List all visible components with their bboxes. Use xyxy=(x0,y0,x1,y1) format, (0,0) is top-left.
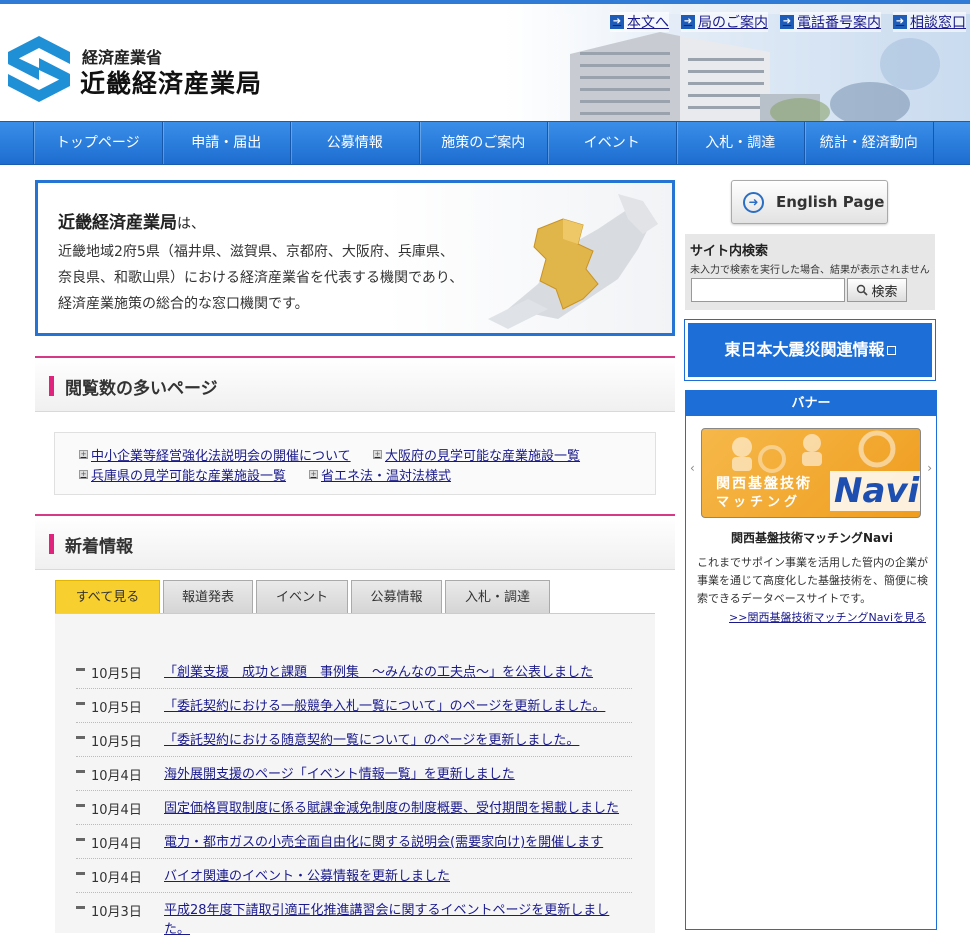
intro-title: 近畿経済産業局は、 xyxy=(58,213,205,233)
util-link-skip-to-content[interactable]: ➜ 本文へ xyxy=(610,12,669,32)
logo-title[interactable]: 近畿経済産業局 xyxy=(80,64,262,100)
news-item: 10月4日 バイオ関連のイベント・公募情報を更新しました xyxy=(76,859,632,893)
news-link[interactable]: 「創業支援 成功と課題 事例集 ～みんなの工夫点～」を公表しました xyxy=(164,655,624,688)
news-list: 10月5日 「創業支援 成功と課題 事例集 ～みんなの工夫点～」を公表しました 1… xyxy=(76,655,632,945)
tab-all[interactable]: すべて見る xyxy=(55,580,160,614)
meti-logo-icon[interactable] xyxy=(6,34,72,104)
nav-item-policies[interactable]: 施策のご案内 xyxy=(420,122,548,164)
news-date: 10月5日 xyxy=(91,735,142,750)
news-section-title: 新着情報 xyxy=(65,537,133,557)
site-search: サイト内検索 未入力で検索を実行した場合、結果が表示されません 検索 xyxy=(685,234,935,310)
bullet-plus-icon: + xyxy=(309,470,318,479)
matching-navi-banner[interactable]: 関西基盤技術 マッチング Navi xyxy=(701,428,921,518)
dash-bullet-icon xyxy=(76,702,85,705)
dash-bullet-icon xyxy=(76,668,85,671)
news-item: 10月4日 海外展開支援のページ「イベント情報一覧」を更新しました xyxy=(76,757,632,791)
popular-link[interactable]: + 大阪府の見学可能な産業施設一覧 xyxy=(373,445,580,464)
dash-bullet-icon xyxy=(76,736,85,739)
news-date: 10月4日 xyxy=(91,769,142,784)
news-date: 10月5日 xyxy=(91,701,142,716)
news-item: 10月5日 「委託契約における随意契約一覧について」のページを更新しました。 xyxy=(76,723,632,757)
bullet-plus-icon: + xyxy=(79,470,88,479)
popular-section-title: 閲覧数の多いページ xyxy=(65,379,218,399)
popular-links-box: + 中小企業等経営強化法説明会の開催について + 大阪府の見学可能な産業施設一覧 +… xyxy=(54,432,656,495)
arrow-right-icon: ➜ xyxy=(780,15,794,29)
arrow-right-icon: ➜ xyxy=(893,15,907,29)
news-item: 10月5日 「委託契約における一般競争入札一覧について」のページを更新しました。 xyxy=(76,689,632,723)
nav-item-events[interactable]: イベント xyxy=(548,122,677,164)
news-link[interactable]: 海外展開支援のページ「イベント情報一覧」を更新しました xyxy=(164,757,624,790)
dash-bullet-icon xyxy=(76,804,85,807)
english-page-label: English Page xyxy=(776,193,885,211)
nav-item-top[interactable]: トップページ xyxy=(34,122,163,164)
tab-bidding[interactable]: 入札・調達 xyxy=(445,580,550,614)
search-button[interactable]: 検索 xyxy=(847,278,907,302)
chevron-left-icon[interactable]: ‹ xyxy=(690,461,695,475)
news-item: 10月4日 電力・都市ガスの小売全面自由化に関する説明会(需要家向け)を開催します xyxy=(76,825,632,859)
nav-item-statistics[interactable]: 統計・経済動向 xyxy=(805,122,934,164)
global-nav: トップページ 申請・届出 公募情報 施策のご案内 イベント 入札・調達 統計・経… xyxy=(0,121,970,165)
news-item: 10月3日 平成28年度下請取引適正化推進講習会に関するイベントページを更新しまし… xyxy=(76,893,632,945)
arrow-right-icon: ➜ xyxy=(681,15,695,29)
util-link-consultation[interactable]: ➜ 相談窓口 xyxy=(893,12,966,32)
search-input[interactable] xyxy=(691,278,845,302)
news-item: 10月4日 固定価格買取制度に係る賦課金減免制度の制度概要、受付期間を掲載しました xyxy=(76,791,632,825)
kinki-map-image xyxy=(488,194,658,329)
intro-text: 近畿地域2府5県（福井県、滋賀県、京都府、大阪府、兵庫県、 奈良県、和歌山県）に… xyxy=(58,244,464,312)
news-section-header: 新着情報 xyxy=(35,514,675,570)
dash-bullet-icon xyxy=(76,838,85,841)
search-icon xyxy=(857,284,869,296)
tab-press-releases[interactable]: 報道発表 xyxy=(163,580,253,614)
tab-public-offers[interactable]: 公募情報 xyxy=(351,580,442,614)
arrow-right-icon: ➜ xyxy=(610,15,624,29)
bullet-plus-icon: + xyxy=(79,450,88,459)
util-link-about[interactable]: ➜ 局のご案内 xyxy=(681,12,768,32)
dash-bullet-icon xyxy=(76,872,85,875)
earthquake-info-banner[interactable]: 東日本大震災関連情報 xyxy=(684,319,936,381)
section-marker xyxy=(49,534,54,554)
news-link[interactable]: 「委託契約における随意契約一覧について」のページを更新しました。 xyxy=(164,723,624,756)
banner-box: バナー ‹ › 関西基盤技術 マッチング Navi 関西基盤技術マッチングNav… xyxy=(685,390,937,930)
news-tabs: すべて見る 報道発表 イベント 公募情報 入札・調達 xyxy=(55,580,550,614)
section-marker xyxy=(49,376,54,396)
banner-description: これまでサポイン事業を活用した管内の企業が事業を通じて高度化した基盤技術を、簡便… xyxy=(697,556,928,605)
news-link[interactable]: バイオ関連のイベント・公募情報を更新しました xyxy=(164,859,624,892)
news-date: 10月4日 xyxy=(91,803,142,818)
external-link-icon xyxy=(886,346,896,355)
popular-link[interactable]: + 兵庫県の見学可能な産業施設一覧 xyxy=(79,465,286,484)
news-link[interactable]: 平成28年度下請取引適正化推進講習会に関するイベントページを更新しました。 xyxy=(164,893,624,945)
news-link[interactable]: 「委託契約における一般競争入札一覧について」のページを更新しました。 xyxy=(164,689,624,722)
banner-caption: 関西基盤技術マッチングNavi xyxy=(730,531,894,545)
site-header: 経済産業省 近畿経済産業局 ➜ 本文へ ➜ 局のご案内 ➜ 電話番号案内 ➜ 相… xyxy=(0,4,970,122)
news-link[interactable]: 固定価格買取制度に係る賦課金減免制度の制度概要、受付期間を掲載しました xyxy=(164,791,624,824)
arrow-circle-icon: ➜ xyxy=(743,192,764,213)
nav-item-bidding[interactable]: 入札・調達 xyxy=(677,122,805,164)
news-item: 10月5日 「創業支援 成功と課題 事例集 ～みんなの工夫点～」を公表しました xyxy=(76,655,632,689)
util-link-phone-directory[interactable]: ➜ 電話番号案内 xyxy=(780,12,881,32)
popular-link[interactable]: + 省エネ法・温対法様式 xyxy=(309,465,451,484)
news-link[interactable]: 電力・都市ガスの小売全面自由化に関する説明会(需要家向け)を開催します xyxy=(164,825,624,858)
popular-section-header: 閲覧数の多いページ xyxy=(35,356,675,412)
news-date: 10月4日 xyxy=(91,837,142,852)
dash-bullet-icon xyxy=(76,770,85,773)
news-date: 10月3日 xyxy=(91,905,142,920)
bullet-plus-icon: + xyxy=(373,450,382,459)
dash-bullet-icon xyxy=(76,906,85,909)
intro-box: 近畿経済産業局は、 近畿地域2府5県（福井県、滋賀県、京都府、大阪府、兵庫県、 … xyxy=(35,180,675,336)
nav-item-applications[interactable]: 申請・届出 xyxy=(163,122,291,164)
english-page-button[interactable]: ➜ English Page xyxy=(731,180,888,224)
news-date: 10月5日 xyxy=(91,667,142,682)
search-heading: サイト内検索 xyxy=(690,244,769,259)
chevron-right-icon[interactable]: › xyxy=(927,461,932,475)
banner-heading: バナー xyxy=(686,391,936,416)
tab-events[interactable]: イベント xyxy=(256,580,348,614)
popular-link[interactable]: + 中小企業等経営強化法説明会の開催について xyxy=(79,445,351,464)
nav-item-public-offers[interactable]: 公募情報 xyxy=(291,122,420,164)
news-panel: 10月5日 「創業支援 成功と課題 事例集 ～みんなの工夫点～」を公表しました 1… xyxy=(55,613,655,937)
news-date: 10月4日 xyxy=(91,871,142,886)
utility-links: ➜ 本文へ ➜ 局のご案内 ➜ 電話番号案内 ➜ 相談窓口 xyxy=(610,12,966,32)
banner-more-link[interactable]: >>関西基盤技術マッチングNaviを見る xyxy=(729,609,926,625)
search-note: 未入力で検索を実行した場合、結果が表示されません xyxy=(690,265,930,276)
